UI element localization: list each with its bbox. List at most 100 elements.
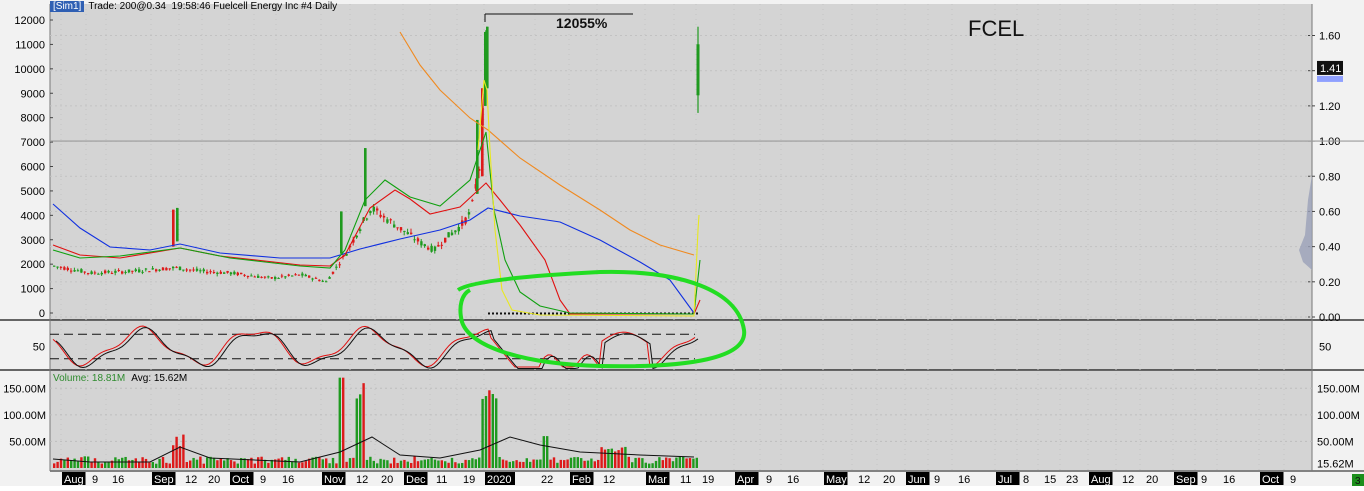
candle-body — [155, 269, 158, 272]
candle-body — [467, 212, 471, 215]
volume-bar — [291, 461, 294, 468]
right-axis-tick-label: 0.20 — [1319, 277, 1340, 289]
day-tick-label: 12 — [603, 474, 615, 486]
candle-body — [340, 211, 343, 254]
volume-bar — [189, 460, 192, 468]
volume-bar — [342, 377, 345, 468]
candle-body — [151, 268, 154, 270]
volume-bar — [512, 461, 515, 468]
day-tick-label: 8 — [1023, 474, 1029, 486]
candle-body — [486, 26, 489, 89]
volume-bar — [692, 458, 695, 468]
volume-bar — [413, 456, 416, 468]
volume-bar — [695, 457, 698, 468]
volume-bar — [573, 457, 576, 468]
volume-bar — [362, 383, 365, 468]
price-chart[interactable]: 1200011000100009000800070006000500040003… — [0, 0, 1364, 487]
month-tick-label: Oct — [1262, 474, 1279, 486]
candle-body — [311, 278, 314, 280]
candle-body — [280, 275, 284, 277]
left-axis-tick-label: 5000 — [21, 186, 45, 198]
candle-body — [83, 271, 86, 273]
volume-bar — [226, 458, 229, 468]
volume-bar — [165, 462, 168, 468]
volume-bar — [178, 446, 182, 468]
candle-body — [219, 271, 222, 274]
candle-body — [364, 148, 367, 207]
volume-bar — [250, 457, 253, 468]
volume-bar — [127, 460, 131, 468]
volume-bar — [321, 459, 324, 468]
volume-bar — [535, 459, 539, 468]
candle-body — [172, 209, 175, 247]
volume-bar — [328, 463, 331, 468]
volume-bar — [365, 459, 369, 468]
volume-bar — [675, 457, 678, 468]
account-badge[interactable]: [Sim1] — [50, 1, 85, 12]
left-axis-tick-label: 3000 — [21, 235, 45, 247]
volume-bar — [260, 456, 263, 468]
volume-bar — [478, 457, 481, 468]
volume-bar — [56, 461, 59, 468]
volume-bar — [151, 462, 154, 468]
candle-body — [202, 269, 205, 272]
volume-bar — [369, 456, 372, 468]
volume-bar — [491, 394, 494, 468]
volume-tick-label: 50.00M — [9, 436, 46, 448]
chart-window: 12000 11000 10000 9000 8000 7000 6000 5000 4000 3… — [0, 0, 1364, 487]
volume-bar — [345, 461, 348, 468]
volume-bar — [236, 463, 239, 468]
candle-body — [127, 269, 131, 273]
candle-body — [250, 275, 253, 277]
candle-body — [267, 276, 270, 278]
volume-bar — [66, 457, 69, 468]
volume-bar — [280, 457, 284, 468]
candle-body — [182, 269, 185, 271]
volume-bar — [590, 458, 593, 468]
volume-bar — [172, 445, 175, 468]
candle-body — [437, 244, 440, 247]
volume-bar — [566, 459, 569, 468]
candle-body — [447, 232, 450, 238]
day-tick-label: 19 — [702, 474, 714, 486]
day-tick-label: 20 — [381, 474, 393, 486]
candle-body — [73, 270, 76, 272]
volume-bar — [654, 460, 658, 468]
candle-body — [206, 271, 209, 274]
candle-body — [240, 272, 243, 275]
volume-bar — [93, 458, 97, 468]
volume-bar — [688, 458, 692, 468]
month-tick-label: Sep — [1176, 474, 1196, 486]
volume-bar — [542, 436, 545, 468]
day-tick-label: 16 — [112, 474, 124, 486]
candle-body — [100, 272, 103, 275]
volume-bar — [257, 457, 260, 468]
candle-body — [131, 270, 134, 272]
volume-tick-label: 100.00M — [3, 410, 46, 422]
volume-bar — [532, 459, 535, 468]
volume-bar — [620, 447, 624, 468]
volume-bar — [80, 457, 83, 468]
candle-body — [304, 274, 307, 277]
volume-bar — [631, 462, 634, 468]
left-axis-tick-label: 11000 — [15, 39, 45, 51]
volume-tick-label: 150.00M — [3, 383, 46, 395]
candle-body — [216, 272, 219, 275]
candle-body — [253, 276, 256, 278]
volume-bar — [297, 462, 301, 468]
volume-bar — [634, 457, 637, 468]
volume-panel-background — [50, 371, 1312, 470]
day-tick-label: 20 — [1146, 474, 1158, 486]
candle-body — [294, 274, 297, 276]
candle-body — [297, 274, 301, 276]
volume-bar — [665, 457, 668, 468]
candle-body — [172, 266, 175, 269]
volume-bar — [498, 456, 501, 468]
volume-bar — [212, 457, 216, 468]
candle-body — [185, 269, 188, 271]
near-zero-candle — [544, 312, 546, 315]
day-tick-label: 20 — [883, 474, 895, 486]
candle-body — [158, 269, 161, 271]
volume-bar — [182, 434, 185, 468]
volume-bar — [610, 448, 613, 468]
